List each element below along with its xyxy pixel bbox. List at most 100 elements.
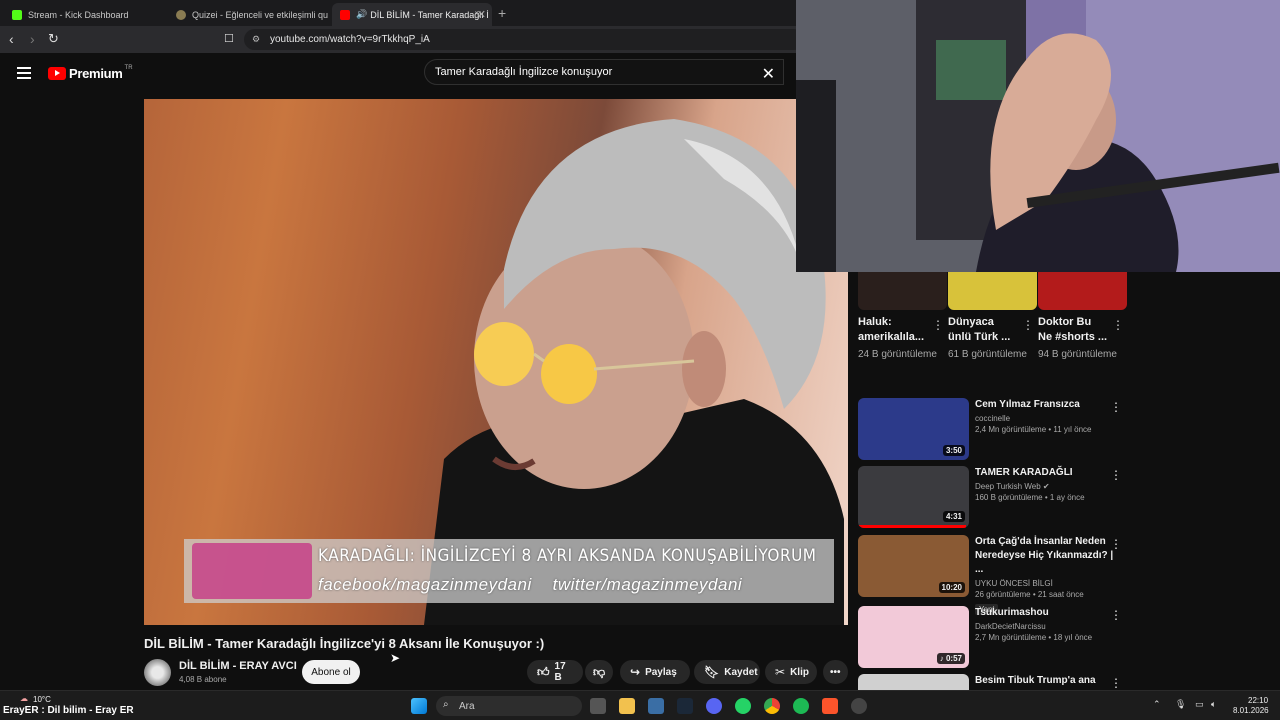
new-tab-button[interactable]: + (498, 5, 506, 21)
kick-icon (12, 9, 22, 20)
short-title[interactable]: Haluk: amerikalıla... (858, 315, 928, 345)
video-title[interactable]: Tsukurimashou (975, 606, 1115, 620)
quizei-icon (176, 9, 186, 20)
back-icon[interactable]: ‹ (9, 31, 14, 47)
close-tab-icon[interactable]: ✕ (477, 8, 486, 21)
spotify-icon[interactable] (793, 698, 809, 714)
video-title[interactable]: Orta Çağ'da İnsanlar Neden Neredeyse Hiç… (975, 535, 1115, 577)
video-title[interactable]: Cem Yılmaz Fransızca (975, 398, 1115, 412)
chrome-icon[interactable] (764, 698, 780, 714)
search-icon: ⌕ (443, 699, 449, 710)
more-vertical-icon[interactable]: ⋮ (1110, 468, 1122, 482)
short-thumbnail[interactable] (858, 272, 947, 310)
channel-subscriber-count: 4,08 B abone (179, 675, 227, 684)
obs-icon[interactable] (851, 698, 867, 714)
recommended-video[interactable]: 3:50 Cem Yılmaz Fransızca coccinelle 2,4… (858, 398, 1130, 462)
tab-kick-dashboard[interactable]: Stream - Kick Dashboard (4, 3, 164, 26)
share-button[interactable]: ↪ Paylaş (620, 660, 690, 684)
video-title[interactable]: Besim Tibuk Trump'a ana avrat (975, 674, 1115, 690)
recommended-video[interactable]: ♪ 0:57 Tsukurimashou DarkDecietNarcissu … (858, 606, 1130, 670)
short-title[interactable]: Dünyaca ünlü Türk ... (948, 315, 1018, 345)
more-vertical-icon[interactable]: ⋮ (1110, 537, 1122, 551)
search-input[interactable]: Tamer Karadağlı İngilizce konuşuyor ✕ (424, 59, 784, 85)
video-thumbnail[interactable] (858, 674, 969, 690)
video-meta: 26 görüntüleme • 21 saat önce (975, 590, 1084, 599)
subscribe-button[interactable]: Abone ol (302, 660, 360, 684)
more-vertical-icon[interactable]: ⋮ (1110, 676, 1122, 690)
chevron-up-icon[interactable]: ⌃ (1153, 699, 1161, 710)
more-vertical-icon[interactable]: ⋮ (1110, 400, 1122, 414)
video-title[interactable]: TAMER KARADAĞLI (975, 466, 1115, 480)
recommended-video[interactable]: 10:20 Orta Çağ'da İnsanlar Neden Neredey… (858, 535, 1130, 615)
speaker-icon: 🔊 (356, 9, 368, 19)
save-button[interactable]: 🔖︎ Kaydet (694, 660, 760, 684)
taskbar-search[interactable]: ⌕ Ara (436, 696, 582, 716)
video-thumbnail[interactable]: ♪ 0:57 (858, 606, 969, 668)
video-player[interactable]: KARADAĞLI: İNGİLİZCEYİ 8 AYRI AKSANDA KO… (144, 99, 848, 625)
more-vertical-icon[interactable]: ⋮ (1112, 318, 1124, 332)
youtube-premium-logo[interactable]: Premium TR (48, 64, 133, 81)
menu-icon[interactable] (17, 67, 31, 79)
thumbs-up-icon: 👍︎ (537, 664, 550, 679)
microphone-icon[interactable]: 🎙︎ (1175, 699, 1186, 710)
youtube-play-icon (48, 67, 66, 80)
like-button[interactable]: 👍︎ 17 B (527, 660, 583, 684)
display-icon[interactable]: ▭ (1195, 699, 1204, 710)
file-explorer-icon[interactable] (619, 698, 635, 714)
tab-label: Quizei - Eğlenceli ve etkileşimli quizle (192, 9, 328, 20)
thumbs-down-icon: 👎︎ (593, 664, 606, 679)
channel-name[interactable]: UYKU ÖNCESİ BİLGİ (975, 579, 1115, 588)
video-thumbnail[interactable]: 3:50 (858, 398, 969, 460)
search-query: Tamer Karadağlı İngilizce konuşuyor (435, 66, 613, 78)
video-duration: ♪ 0:57 (936, 653, 965, 664)
clip-button[interactable]: ✂ Klip (765, 660, 817, 684)
tab-youtube-active[interactable]: 🔊 DİL BİLİM - Tamer Karadağlı İ ✕ (332, 3, 492, 26)
like-count: 17 B (554, 661, 566, 683)
clear-search-icon[interactable]: ✕ (762, 64, 775, 84)
recommended-video[interactable]: 4:31 TAMER KARADAĞLI Deep Turkish Web ✔ … (858, 466, 1130, 530)
channel-row[interactable]: Deep Turkish Web ✔ (975, 482, 1115, 491)
recommended-video[interactable]: Besim Tibuk Trump'a ana avrat ⋮ (858, 674, 1130, 690)
windows-taskbar: ☁ 10°C ErayER : Dil bilim - Eray ER ⌕ Ar… (0, 690, 1280, 720)
brave-browser-icon[interactable] (822, 698, 838, 714)
more-vertical-icon[interactable]: ⋮ (1022, 318, 1034, 332)
short-card[interactable]: Doktor Bu Ne #shorts ... 94 B görüntülem… (1038, 272, 1127, 362)
volume-icon[interactable]: 🔈︎ (1211, 699, 1216, 710)
discord-icon[interactable] (706, 698, 722, 714)
clock-date[interactable]: 8.01.2026 (1233, 706, 1269, 715)
short-thumbnail[interactable] (1038, 272, 1127, 310)
short-title[interactable]: Doktor Bu Ne #shorts ... (1038, 315, 1108, 345)
steam-icon[interactable] (677, 698, 693, 714)
more-actions-button[interactable]: ••• (823, 660, 848, 684)
video-thumbnail[interactable]: 10:20 (858, 535, 969, 597)
whatsapp-icon[interactable] (735, 698, 751, 714)
channel-name[interactable]: DİL BİLİM - ERAY AVCI (179, 660, 297, 672)
bookmark-icon[interactable]: ☐ (224, 32, 234, 45)
dislike-button[interactable]: 👎︎ (585, 660, 613, 684)
url-field[interactable]: ⚙ youtube.com/watch?v=9rTkkhqP_iA (244, 29, 804, 50)
short-card[interactable]: Dünyaca ünlü Türk ... 61 B görüntüleme ⋮ (948, 272, 1037, 362)
more-vertical-icon[interactable]: ⋮ (932, 318, 944, 332)
channel-name[interactable]: DarkDecietNarcissu (975, 622, 1115, 631)
bookmark-save-icon: 🔖︎ (704, 665, 720, 679)
mouse-cursor-icon: ➤ (390, 651, 401, 665)
video-thumbnail[interactable]: 4:31 (858, 466, 969, 528)
tab-quizei[interactable]: Quizei - Eğlenceli ve etkileşimli quizle (168, 3, 328, 26)
channel-avatar[interactable] (144, 659, 171, 686)
forward-icon[interactable]: › (30, 31, 35, 47)
site-info-icon[interactable]: ⚙ (252, 34, 260, 45)
windows-start-icon[interactable] (411, 698, 427, 714)
clock-time[interactable]: 22:10 (1248, 695, 1268, 706)
short-card[interactable]: Haluk: amerikalıla... 24 B görüntüleme ⋮ (858, 272, 947, 362)
logo-region: TR (124, 64, 133, 71)
reload-icon[interactable]: ↻ (48, 31, 59, 47)
weather-icon: ☁ (20, 694, 28, 703)
short-views: 94 B görüntüleme (1038, 349, 1117, 360)
more-vertical-icon[interactable]: ⋮ (1110, 608, 1122, 622)
overlay-caption-line1: KARADAĞLI: İNGİLİZCEYİ 8 AYRI AKSANDA KO… (318, 546, 817, 566)
short-thumbnail[interactable] (948, 272, 1037, 310)
weather-temperature[interactable]: 10°C (33, 695, 51, 704)
channel-name[interactable]: coccinelle (975, 414, 1115, 423)
store-icon[interactable] (648, 698, 664, 714)
task-view-icon[interactable] (590, 698, 606, 714)
